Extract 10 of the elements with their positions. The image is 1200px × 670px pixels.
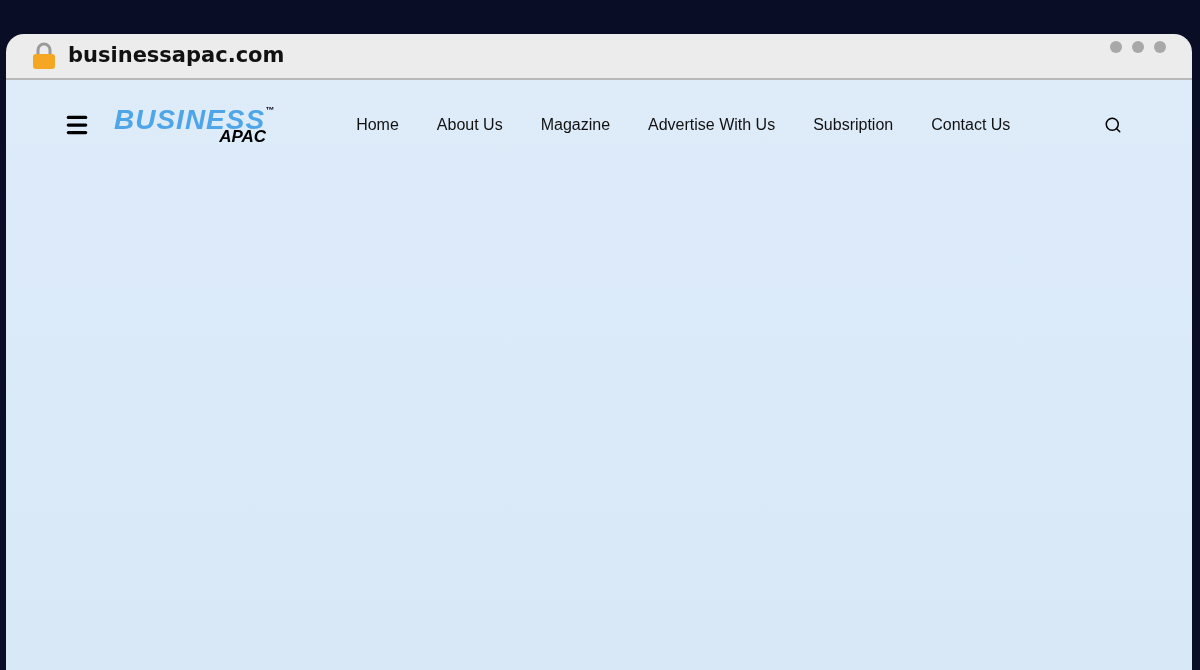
trademark-text: ™ bbox=[265, 105, 275, 115]
nav-link[interactable]: Contact Us bbox=[931, 113, 1011, 137]
url-text[interactable]: businessapac.com bbox=[68, 40, 285, 72]
nav-link[interactable]: Subsription bbox=[813, 113, 894, 137]
nav-link[interactable]: About Us bbox=[436, 113, 503, 137]
nav-link[interactable]: Advertise With Us bbox=[648, 113, 776, 137]
nav-link[interactable]: Magazine bbox=[540, 113, 611, 137]
nav-link[interactable]: Home bbox=[356, 113, 399, 137]
lock-icon bbox=[32, 42, 56, 70]
search-icon[interactable] bbox=[1104, 116, 1122, 134]
